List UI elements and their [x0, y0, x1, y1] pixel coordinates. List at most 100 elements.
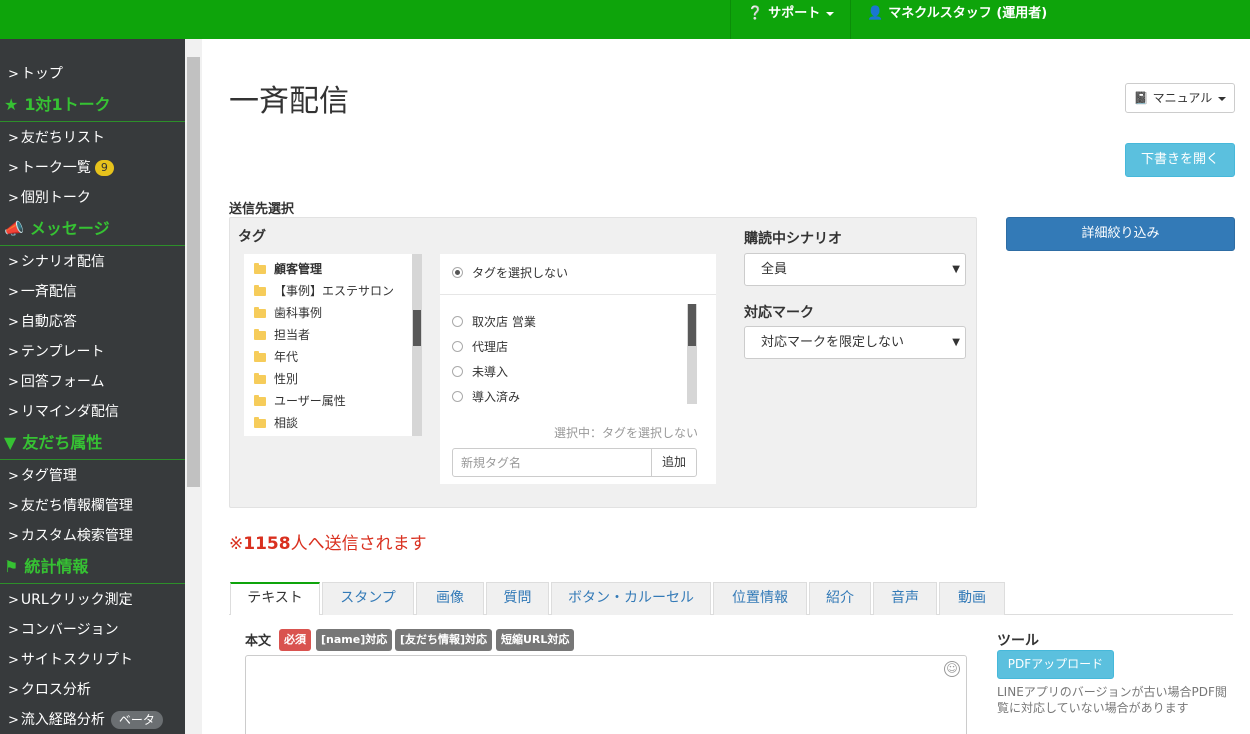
new-tag-input[interactable] [452, 448, 652, 477]
sidebar-item-individual-talk[interactable]: > 個別トーク [0, 183, 185, 213]
folder-label: 顧客管理 [274, 262, 323, 276]
chevron-right-icon: > [8, 67, 19, 82]
support-menu[interactable]: ❔ サポート [730, 0, 850, 39]
folder-open-icon [254, 263, 266, 274]
question-icon: ❔ [747, 6, 764, 21]
folder-item[interactable]: 歯科事例 [254, 302, 322, 324]
sidebar-item-answer-form[interactable]: > 回答フォーム [0, 367, 185, 397]
tag-scrollbar[interactable] [687, 304, 697, 404]
sidebar-item-top[interactable]: > トップ [0, 59, 185, 89]
sidebar-item-scenario[interactable]: > シナリオ配信 [0, 247, 185, 277]
sidebar-item-inflow[interactable]: > 流入経路分析 ベータ [0, 705, 185, 734]
chevron-right-icon: > [8, 315, 19, 330]
folder-item[interactable]: 年代 [254, 346, 298, 368]
sidebar-section-message: 📣 メッセージ [0, 214, 185, 246]
pdf-upload-button[interactable]: PDFアップロード [997, 650, 1114, 679]
sidebar-item-url-click[interactable]: > URLクリック測定 [0, 585, 185, 615]
sidebar-item-tag-manage[interactable]: > タグ管理 [0, 461, 185, 491]
count-prefix: ※ [229, 534, 244, 554]
folder-icon [254, 285, 266, 296]
chevron-down-icon: ▼ [952, 264, 960, 275]
scrollbar-thumb[interactable] [688, 304, 696, 346]
tab-image[interactable]: 画像 [416, 582, 484, 615]
sidebar-item-cross[interactable]: > クロス分析 [0, 675, 185, 705]
tab-location[interactable]: 位置情報 [713, 582, 807, 615]
tag-option[interactable]: 導入済み [452, 387, 520, 407]
sidebar-item-broadcast[interactable]: > 一斉配信 [0, 277, 185, 307]
sidebar-section-attr: ▼ 友だち属性 [0, 428, 185, 460]
sidebar-item-label: 自動応答 [20, 314, 77, 330]
scenario-label: 購読中シナリオ [744, 231, 842, 247]
radio-icon[interactable] [452, 341, 463, 352]
filter-icon: ▼ [4, 433, 17, 452]
radio-checked-icon[interactable] [452, 267, 463, 278]
tag-option[interactable]: 代理店 [452, 337, 508, 357]
sidebar-item-auto-reply[interactable]: > 自動応答 [0, 307, 185, 337]
tab-text[interactable]: テキスト [230, 582, 320, 615]
scrollbar-thumb[interactable] [413, 310, 421, 346]
tab-question[interactable]: 質問 [486, 582, 549, 615]
sidebar-item-reminder[interactable]: > リマインダ配信 [0, 397, 185, 427]
sidebar-item-custom-search[interactable]: > カスタム検索管理 [0, 521, 185, 551]
sidebar-item-conversion[interactable]: > コンバージョン [0, 615, 185, 645]
sidebar-item-friend-list[interactable]: > 友だちリスト [0, 123, 185, 153]
tab-introduce[interactable]: 紹介 [809, 582, 871, 615]
chevron-right-icon: > [8, 469, 19, 484]
emoji-icon[interactable]: ☺ [944, 661, 960, 677]
chevron-right-icon: > [8, 499, 19, 514]
user-menu[interactable]: 👤 マネクルスタッフ (運用者) [850, 0, 1250, 39]
folder-icon [254, 351, 266, 362]
option-label: 代理店 [472, 340, 509, 354]
tab-video[interactable]: 動画 [939, 582, 1005, 615]
no-tag-option[interactable]: タグを選択しない [452, 264, 568, 281]
megaphone-icon: 📣 [4, 219, 24, 238]
message-body-textarea[interactable]: ☺ [245, 655, 967, 734]
divider [440, 294, 716, 295]
chevron-right-icon: > [8, 405, 19, 420]
tab-audio[interactable]: 音声 [873, 582, 937, 615]
radio-icon[interactable] [452, 366, 463, 377]
folder-item[interactable]: ユーザー属性 [254, 390, 346, 412]
count-value: 1158 [243, 534, 291, 554]
chevron-right-icon: > [8, 345, 19, 360]
sidebar-item-template[interactable]: > テンプレート [0, 337, 185, 367]
folder-icon [254, 373, 266, 384]
folder-item[interactable]: 性別 [254, 368, 298, 390]
folder-label: 【事例】エステサロン [274, 284, 395, 298]
tab-button-carousel[interactable]: ボタン・カルーセル [551, 582, 711, 615]
folder-item[interactable]: 【事例】エステサロン [254, 280, 394, 302]
folder-item[interactable]: 顧客管理 [254, 258, 322, 280]
sidebar-item-talk-list[interactable]: > トーク一覧 9 [0, 153, 185, 183]
manual-button[interactable]: 📓 マニュアル [1125, 83, 1235, 113]
sidebar-scrollbar[interactable] [185, 39, 202, 734]
folder-scrollbar[interactable] [412, 254, 422, 436]
radio-icon[interactable] [452, 316, 463, 327]
selected-tag-info: 選択中：タグを選択しない [553, 426, 698, 440]
sidebar-item-label: 流入経路分析 [20, 712, 105, 728]
add-tag-button[interactable]: 追加 [651, 448, 697, 477]
section-label: 友だち属性 [22, 433, 103, 452]
open-draft-button[interactable]: 下書きを開く [1125, 143, 1235, 177]
scenario-select[interactable]: 全員 ▼ [744, 253, 966, 286]
scrollbar-thumb[interactable] [187, 57, 200, 487]
destination-panel: タグ 顧客管理 【事例】エステサロン 歯科事例 担当者 年代 性別 ユーザー属性… [229, 217, 977, 508]
option-label: タグを選択しない [472, 266, 569, 280]
detail-filter-button[interactable]: 詳細絞り込み [1006, 217, 1235, 251]
section-label: 統計情報 [24, 557, 89, 576]
page-title: 一斉配信 [229, 84, 349, 119]
radio-icon[interactable] [452, 391, 463, 402]
tag-option[interactable]: 未導入 [452, 362, 508, 382]
folder-item[interactable]: 担当者 [254, 324, 310, 346]
folder-icon [254, 395, 266, 406]
sidebar-item-label: 個別トーク [20, 190, 91, 206]
sidebar-item-site-script[interactable]: > サイトスクリプト [0, 645, 185, 675]
tab-stamp[interactable]: スタンプ [322, 582, 414, 615]
count-suffix: 人へ送信されます [290, 534, 427, 554]
top-navbar: ❔ サポート 👤 マネクルスタッフ (運用者) [0, 0, 1250, 39]
chevron-right-icon: > [8, 623, 19, 638]
sidebar-item-friend-info[interactable]: > 友だち情報欄管理 [0, 491, 185, 521]
tag-option[interactable]: 取次店 営業 [452, 312, 536, 332]
mark-select[interactable]: 対応マークを限定しない ▼ [744, 326, 966, 359]
chevron-right-icon: > [8, 161, 19, 176]
folder-item[interactable]: 相談 [254, 412, 298, 434]
